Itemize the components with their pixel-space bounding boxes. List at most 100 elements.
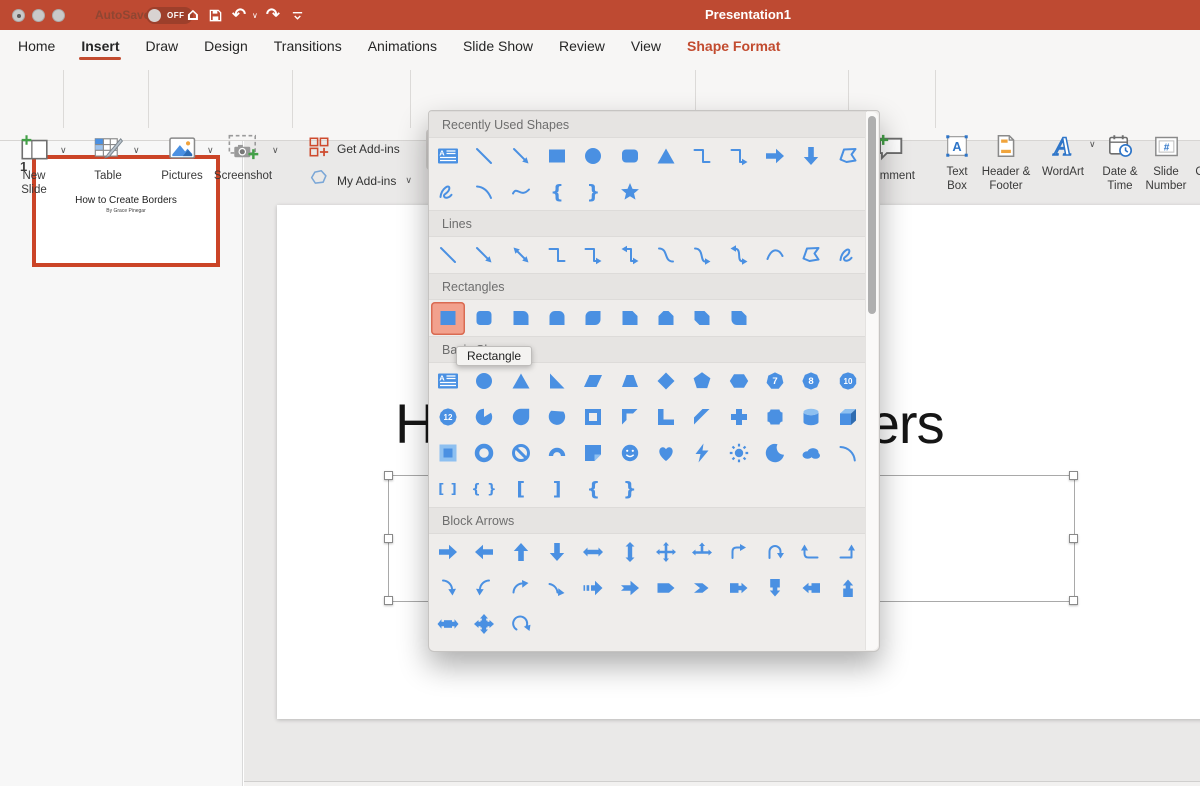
shape-chevron-arrow[interactable]: [685, 572, 719, 605]
window-zoom-button[interactable]: [52, 9, 65, 22]
shape-arrow[interactable]: [504, 140, 538, 173]
shape-diagonal-stripe[interactable]: [685, 401, 719, 434]
shape-elbow[interactable]: [685, 140, 719, 173]
pictures-chevron-icon[interactable]: ∨: [207, 146, 214, 156]
shape-block-arrow-right[interactable]: [758, 140, 792, 173]
shape-bent-up[interactable]: [831, 536, 865, 569]
selection-handle[interactable]: [1069, 534, 1078, 543]
shape-trapezoid[interactable]: [613, 365, 647, 398]
tab-view[interactable]: View: [618, 30, 674, 62]
tab-draw[interactable]: Draw: [132, 30, 191, 62]
shape-arrow-quad[interactable]: [649, 536, 683, 569]
shape-folded-corner[interactable]: [576, 437, 610, 470]
new-slide-chevron-icon[interactable]: ∨: [60, 146, 67, 156]
get-addins-button[interactable]: Get Add-ins: [308, 136, 400, 161]
pictures-button[interactable]: Pictures: [161, 128, 203, 184]
shape-triangle-filled[interactable]: [649, 140, 683, 173]
shape-rect-round-sameside[interactable]: [540, 302, 574, 335]
shape-line[interactable]: [467, 140, 501, 173]
shape-callout-left-right[interactable]: [431, 608, 465, 641]
shape-triangle-filled[interactable]: [504, 365, 538, 398]
shape-callout-right[interactable]: [722, 572, 756, 605]
table-chevron-icon[interactable]: ∨: [133, 146, 140, 156]
shape-right-triangle[interactable]: [540, 365, 574, 398]
shape-donut[interactable]: [467, 437, 501, 470]
shape-curve[interactable]: [467, 176, 501, 209]
window-minimize-button[interactable]: [32, 9, 45, 22]
shape-bent-up-left[interactable]: [794, 536, 828, 569]
shape-bent-arrow[interactable]: [722, 536, 756, 569]
selection-handle[interactable]: [1069, 471, 1078, 480]
save-icon[interactable]: [206, 6, 224, 24]
shape-callout-quad[interactable]: [467, 608, 501, 641]
wordart-button[interactable]: A WordArt: [1042, 128, 1084, 180]
shape-curved-conn-arrow[interactable]: [685, 239, 719, 272]
shape-arrow[interactable]: [467, 239, 501, 272]
shape-curve-hump[interactable]: [758, 239, 792, 272]
table-button[interactable]: Table: [93, 128, 123, 184]
shape-pie[interactable]: [467, 401, 501, 434]
shape-brace-left[interactable]: {: [540, 176, 574, 209]
shape-arrow-double[interactable]: [504, 239, 538, 272]
customize-toolbar-icon[interactable]: [288, 6, 306, 24]
shape-curved-conn[interactable]: [649, 239, 683, 272]
shape-elbow-arrow[interactable]: [576, 239, 610, 272]
shape-striped-right[interactable]: [576, 572, 610, 605]
new-slide-button[interactable]: New Slide: [13, 128, 55, 198]
shape-round-rect-filled[interactable]: [613, 140, 647, 173]
selection-handle[interactable]: [384, 534, 393, 543]
shape-heart[interactable]: [649, 437, 683, 470]
my-addins-chevron-icon[interactable]: ∨: [405, 176, 412, 186]
shape-brace-right[interactable]: }: [613, 473, 647, 506]
shape-elbow[interactable]: [540, 239, 574, 272]
shape-star[interactable]: [613, 176, 647, 209]
shape-arrow-left-right[interactable]: [576, 536, 610, 569]
shape-bracket-right[interactable]: ]: [540, 473, 574, 506]
shape-wave[interactable]: [504, 176, 538, 209]
shape-rect[interactable]: [431, 302, 465, 335]
undo-chevron-icon[interactable]: ∨: [252, 11, 258, 20]
shape-sun[interactable]: [722, 437, 756, 470]
shape-elbow-double[interactable]: [613, 239, 647, 272]
selection-handle[interactable]: [384, 596, 393, 605]
shape-moon[interactable]: [758, 437, 792, 470]
shape-curved-down[interactable]: [540, 572, 574, 605]
shape-scribble[interactable]: [831, 239, 865, 272]
window-close-button[interactable]: [12, 9, 25, 22]
shape-heptagon-7[interactable]: 7: [758, 365, 792, 398]
shape-freeform[interactable]: [831, 140, 865, 173]
shape-lightning[interactable]: [685, 437, 719, 470]
shape-cross[interactable]: [722, 401, 756, 434]
screenshot-button[interactable]: Screenshot: [214, 128, 272, 184]
shape-block-arrow-right[interactable]: [431, 536, 465, 569]
shape-decagon-10[interactable]: 10: [831, 365, 865, 398]
shape-double-bracket[interactable]: [ ]: [431, 473, 465, 506]
shape-corner-l[interactable]: [649, 401, 683, 434]
shape-uturn-arrow[interactable]: [758, 536, 792, 569]
shape-rect-filled[interactable]: [540, 140, 574, 173]
shape-can[interactable]: [794, 401, 828, 434]
wordart-chevron-icon[interactable]: ∨: [1089, 140, 1096, 150]
header-footer-button[interactable]: Header & Footer: [975, 128, 1037, 194]
shape-diamond[interactable]: [649, 365, 683, 398]
shape-arc[interactable]: [831, 437, 865, 470]
date-time-button[interactable]: Date & Time: [1098, 128, 1142, 194]
selection-handle[interactable]: [1069, 596, 1078, 605]
shape-teardrop[interactable]: [504, 401, 538, 434]
shape-brace-left[interactable]: {: [576, 473, 610, 506]
tab-review[interactable]: Review: [546, 30, 618, 62]
shape-pentagon-arrow[interactable]: [649, 572, 683, 605]
shape-text-box[interactable]: A: [431, 365, 465, 398]
screenshot-chevron-icon[interactable]: ∨: [272, 146, 279, 156]
shape-oval-filled[interactable]: [576, 140, 610, 173]
shape-double-brace[interactable]: { }: [467, 473, 501, 506]
shape-scribble[interactable]: [431, 176, 465, 209]
shape-dodecagon-12[interactable]: 12: [431, 401, 465, 434]
selection-handle[interactable]: [384, 471, 393, 480]
shape-callout-down[interactable]: [758, 572, 792, 605]
shape-block-arrow-down[interactable]: [794, 140, 828, 173]
shape-notched-right[interactable]: [613, 572, 647, 605]
shape-rect-rounded[interactable]: [467, 302, 501, 335]
home-icon[interactable]: ⌂: [184, 6, 202, 24]
shape-rect-round-single[interactable]: [504, 302, 538, 335]
